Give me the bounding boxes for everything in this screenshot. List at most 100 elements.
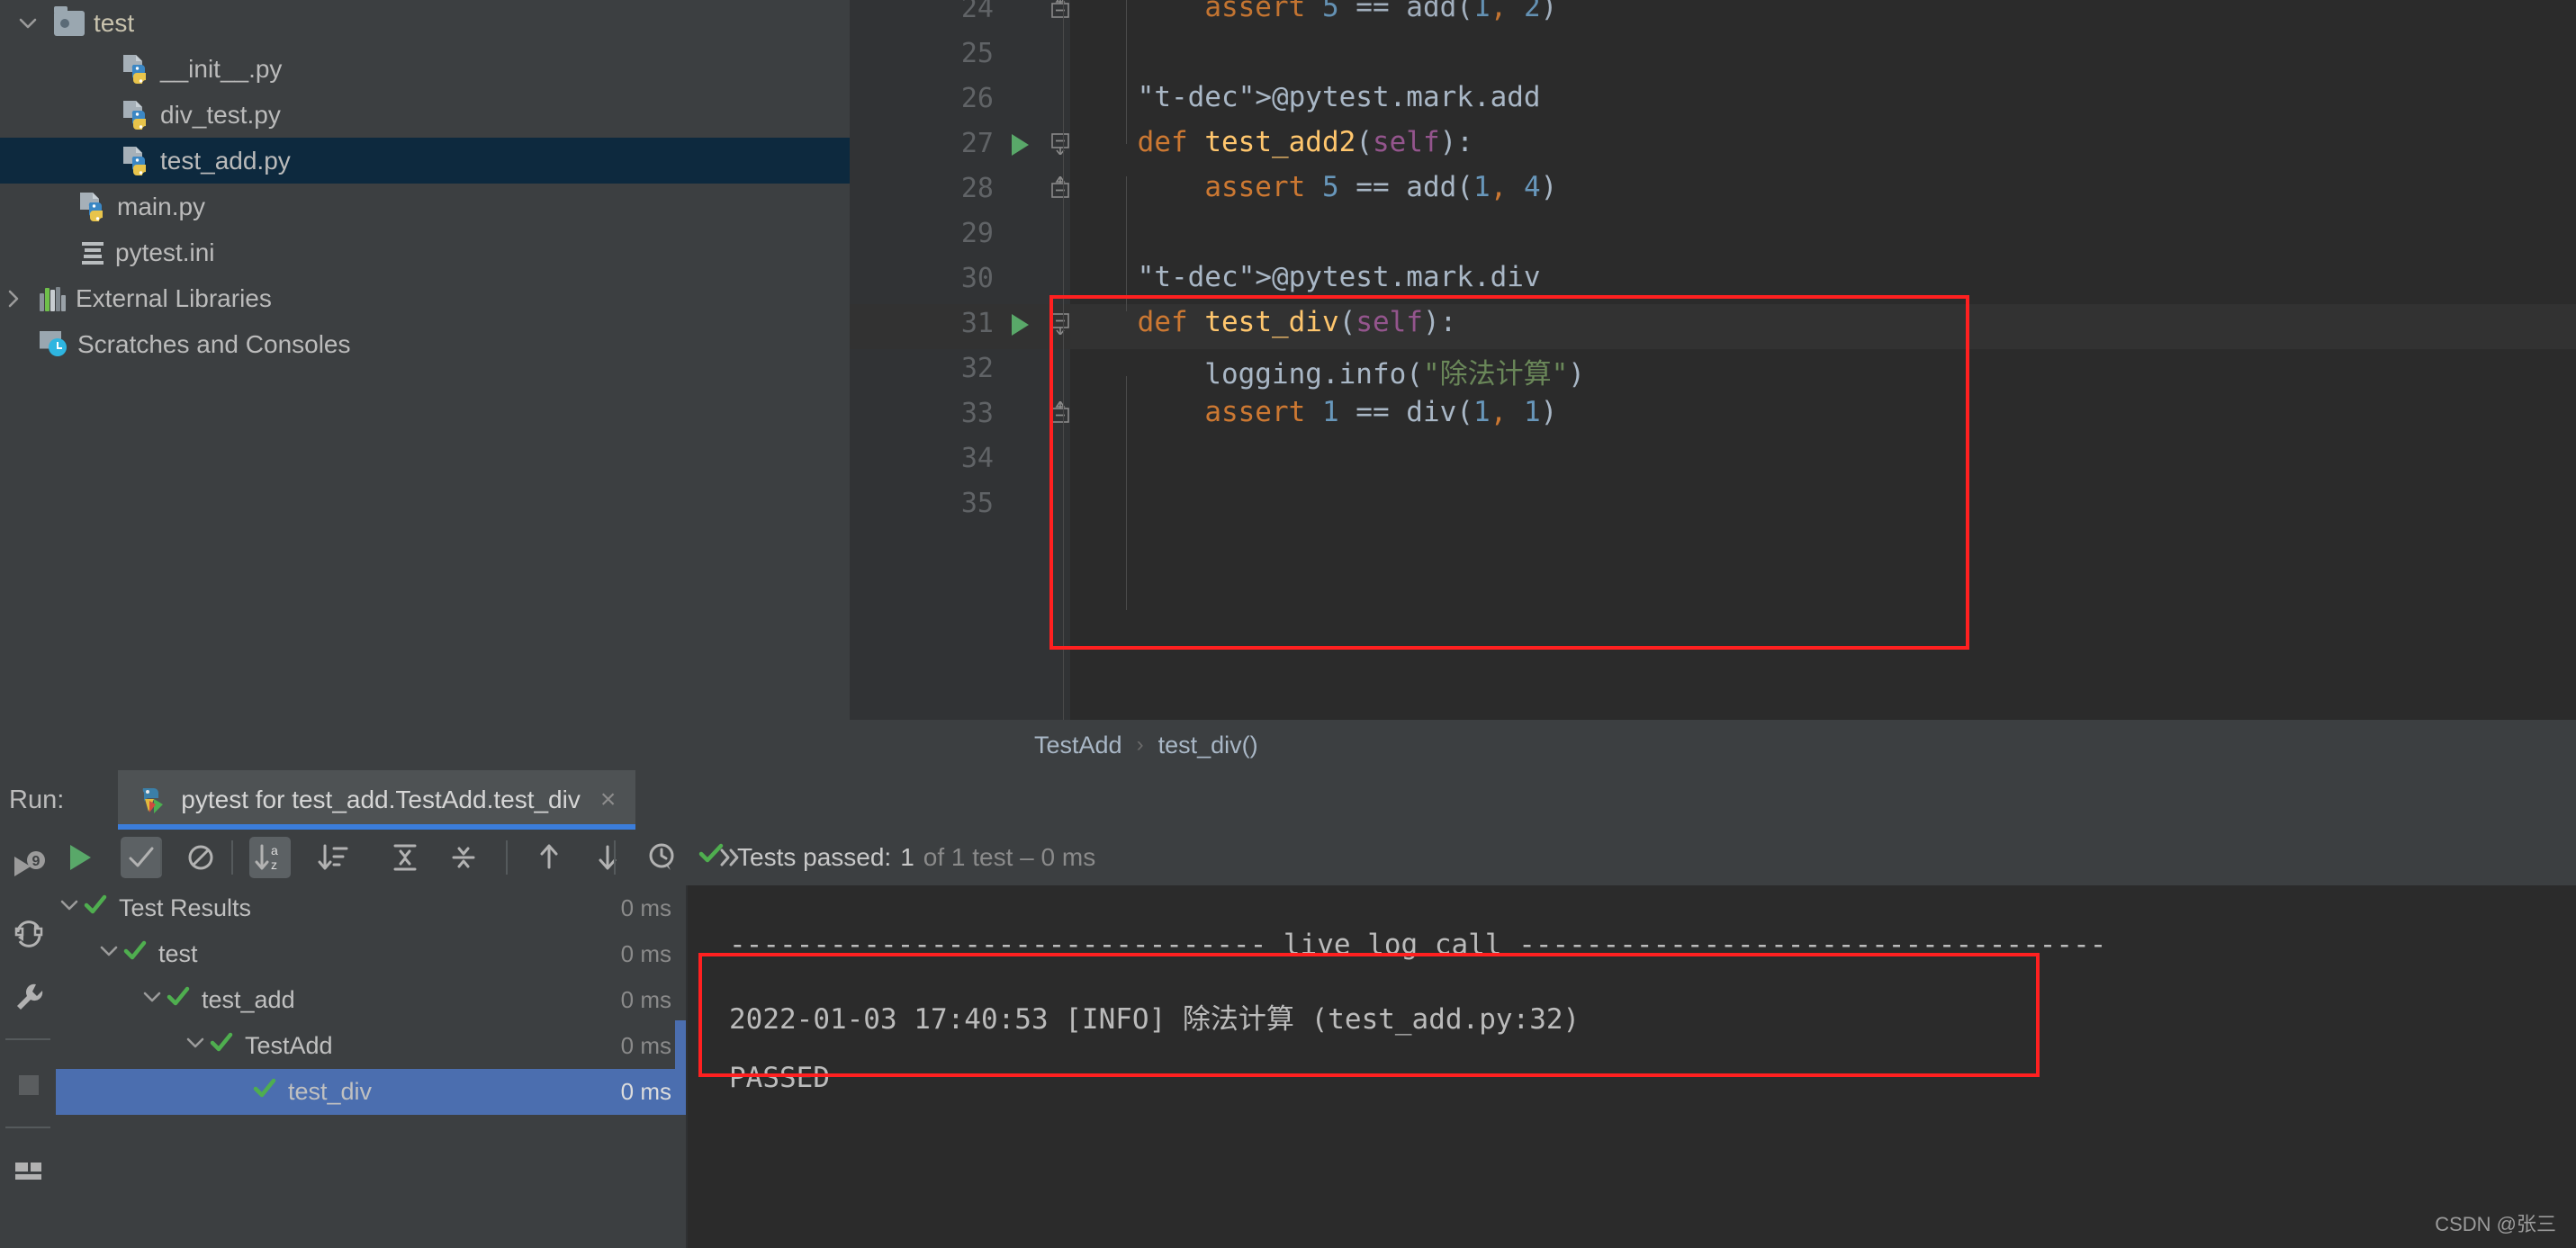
test-tree-label: test_add (202, 986, 295, 1013)
svg-text:9: 9 (32, 854, 41, 869)
project-tree-item[interactable]: div_test.py (0, 92, 850, 138)
chevron-down-icon[interactable] (182, 1029, 209, 1063)
line-number: 33 (960, 398, 994, 429)
test-duration: 0 ms (620, 940, 671, 967)
project-tree-item[interactable]: Scratches and Consoles (0, 321, 850, 367)
python-file-icon (122, 99, 151, 131)
project-tree-item[interactable]: test (0, 0, 850, 46)
test-passed-icon (252, 1076, 277, 1109)
test-tree-row[interactable]: test_div 0 ms (56, 1069, 686, 1115)
indent-guide (1126, 0, 1127, 144)
code-line: def test_div(self): (1137, 306, 1457, 338)
layout-icon[interactable] (9, 1152, 49, 1191)
run-configuration-tab[interactable]: pytest for test_add.TestAdd.test_div × (118, 770, 636, 830)
show-ignored-button[interactable] (180, 837, 221, 878)
test-duration: 0 ms (620, 1078, 671, 1105)
ide-window: test __init__.py div_test.py test_add.pymai… (0, 0, 2576, 1248)
line-number: 35 (960, 488, 994, 519)
line-number: 24 (960, 0, 994, 24)
project-tree-item-label: main.py (117, 192, 206, 220)
breadcrumb[interactable]: TestAdd › test_div() (850, 720, 2576, 770)
status-prefix: Tests passed: (737, 842, 892, 871)
test-passed-icon (122, 938, 148, 971)
code-line: assert 5 == add(1, 2) (1204, 0, 1558, 23)
chevron-placeholder-icon (225, 1075, 252, 1109)
project-tree-item[interactable]: pytest.ini (0, 229, 850, 275)
project-tree-item-label: test_add.py (160, 146, 291, 175)
line-number: 28 (960, 173, 994, 204)
project-tree-item[interactable]: test_add.py (0, 138, 850, 184)
svg-text:a: a (271, 843, 278, 857)
python-file-icon (122, 145, 151, 177)
code-line: def test_add2(self): (1137, 126, 1473, 158)
side-toolbar-divider (5, 1127, 50, 1128)
breadcrumb-class[interactable]: TestAdd (1034, 732, 1122, 759)
code-line: "t-dec">@pytest.mark.div (1137, 261, 1541, 293)
test-results-tree[interactable]: Test Results 0 ms test 0 ms test_add 0 ms Test… (56, 885, 686, 1248)
test-tree-row[interactable]: test 0 ms (56, 931, 686, 977)
ini-file-icon (79, 239, 106, 266)
test-status-line: Tests passed: 1 of 1 test – 0 ms (698, 840, 1095, 874)
refresh-icon[interactable] (9, 912, 49, 952)
run-test-gutter-icon[interactable] (1007, 311, 1034, 338)
line-number: 31 (960, 308, 994, 339)
status-suffix: of 1 test – 0 ms (923, 842, 1096, 871)
sort-by-duration-button[interactable] (312, 837, 354, 878)
tree-scrollbar[interactable] (675, 1020, 686, 1101)
rerun-button[interactable] (59, 837, 100, 878)
editor-gutter: 24 25 26 27 28 29 30 31 32 33 34 35 (850, 0, 1070, 720)
test-tree-row[interactable]: test_add 0 ms (56, 977, 686, 1023)
project-tree-pane: test __init__.py div_test.py test_add.pymai… (0, 0, 850, 769)
project-tree-item-label: External Libraries (76, 283, 272, 312)
previous-failed-button[interactable] (528, 837, 570, 878)
stop-square-icon[interactable] (9, 1065, 49, 1105)
sort-alphabetically-button[interactable]: az (249, 837, 291, 878)
libraries-icon (40, 286, 67, 311)
run-tool-window: Run: pytest for test_add.TestAdd.test_di… (0, 770, 2576, 1248)
chevron-down-icon[interactable] (95, 938, 122, 971)
chevron-down-icon[interactable] (14, 10, 41, 37)
watermark: CSDN @张三 (2435, 1213, 2556, 1235)
breadcrumb-method[interactable]: test_div() (1158, 732, 1258, 759)
close-icon[interactable]: × (600, 785, 617, 815)
project-tree-item[interactable]: __init__.py (0, 46, 850, 92)
line-number: 26 (960, 83, 994, 114)
wrench-icon[interactable] (9, 977, 49, 1017)
project-tree-item-label: pytest.ini (115, 238, 215, 266)
gutter-separator (1063, 0, 1064, 720)
pytest-icon (138, 785, 168, 815)
expand-all-button[interactable] (384, 837, 426, 878)
line-number: 30 (960, 263, 994, 294)
python-file-icon (122, 53, 151, 85)
console-line: -------------------------------- live lo… (729, 929, 2107, 961)
chevron-down-icon[interactable] (139, 983, 166, 1017)
project-tree-item[interactable]: main.py (0, 184, 850, 229)
code-line: assert 5 == add(1, 4) (1204, 171, 1558, 203)
toolbar-divider (506, 840, 508, 875)
chevron-placeholder-icon (40, 193, 67, 220)
test-history-button[interactable] (641, 837, 682, 878)
code-line: logging.info("除法计算") (1070, 358, 1585, 391)
test-tree-row[interactable]: Test Results 0 ms (56, 885, 686, 931)
chevron-down-icon[interactable] (56, 892, 83, 925)
run-panel-label: Run: (9, 785, 65, 814)
test-passed-icon (83, 893, 108, 925)
collapse-all-button[interactable] (443, 837, 484, 878)
toolbar-divider (614, 840, 616, 875)
indent-guide (1126, 176, 1127, 311)
rerun-failed-icon[interactable]: 9 (9, 848, 49, 887)
run-test-gutter-icon[interactable] (1007, 131, 1034, 158)
project-tree-item[interactable]: External Libraries (0, 275, 850, 321)
line-number: 27 (960, 128, 994, 159)
test-tree-row[interactable]: TestAdd 0 ms (56, 1023, 686, 1069)
test-duration: 0 ms (620, 894, 671, 921)
chevron-right-icon[interactable] (0, 285, 27, 312)
show-passed-button[interactable] (121, 837, 162, 878)
project-tree-item-label: div_test.py (160, 100, 281, 129)
project-tree-item-label: test (94, 8, 135, 37)
code-editor[interactable]: 24 25 26 27 28 29 30 31 32 33 34 35 assert 5 == add… (850, 0, 2576, 720)
indent-guide (1126, 376, 1127, 610)
editor-code-area[interactable]: assert 5 == add(1, 2) "t-dec">@pytest.ma… (1070, 0, 2576, 720)
next-failed-button[interactable] (587, 837, 628, 878)
console-output[interactable]: PASSED 2022-01-03 17:40:53 [INFO] 除法计算 (t… (688, 885, 2576, 1248)
